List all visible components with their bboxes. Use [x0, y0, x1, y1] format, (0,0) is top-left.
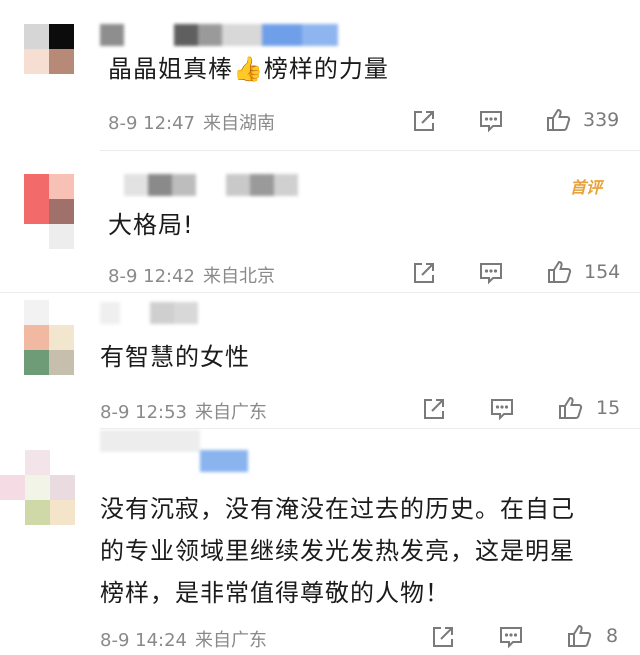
- avatar-pixel: [50, 450, 75, 475]
- avatar-pixel: [0, 450, 25, 475]
- avatar[interactable]: [24, 24, 74, 99]
- comment-location: 来自北京: [203, 266, 275, 287]
- like-count: 339: [583, 109, 620, 131]
- comment-text: 有智慧的女性: [100, 343, 250, 371]
- avatar-pixel: [24, 300, 49, 325]
- avatar-pixel: [25, 500, 50, 525]
- avatar-pixel: [49, 350, 74, 375]
- comment-text: 没有沉寂，没有淹没在过去的历史。在自己 的专业领域里继续发光发热发亮，这是明星 …: [100, 495, 575, 607]
- username-blurred[interactable]: [124, 174, 298, 196]
- username-blurred[interactable]: [100, 430, 204, 452]
- comment-time: 8-9 12:47: [108, 113, 195, 134]
- comment-text: 大格局!: [108, 211, 194, 239]
- avatar-pixel: [49, 49, 74, 74]
- comment-icon[interactable]: [478, 108, 504, 134]
- username-blurred[interactable]: [100, 302, 198, 324]
- like-icon[interactable]: [546, 259, 572, 285]
- share-icon[interactable]: [421, 396, 447, 422]
- avatar[interactable]: [24, 174, 74, 249]
- comment-location: 来自广东: [195, 402, 267, 423]
- first-comment-badge: 首评: [570, 178, 603, 197]
- avatar[interactable]: [24, 300, 74, 375]
- comment-item: 没有沉寂，没有淹没在过去的历史。在自己 的专业领域里继续发光发热发亮，这是明星 …: [0, 428, 640, 655]
- share-icon[interactable]: [430, 624, 456, 650]
- avatar-pixel: [25, 450, 50, 475]
- avatar-pixel: [24, 199, 49, 224]
- avatar-pixel: [49, 174, 74, 199]
- avatar-pixel: [50, 500, 75, 525]
- like-count: 15: [596, 397, 621, 419]
- like-count: 154: [584, 261, 621, 283]
- comment-icon[interactable]: [489, 396, 515, 422]
- comment-time: 8-9 14:24: [100, 630, 187, 651]
- comment-meta: 8-9 12:53 来自广东: [100, 398, 267, 424]
- avatar-pixel: [24, 174, 49, 199]
- avatar-pixel: [24, 49, 49, 74]
- avatar[interactable]: [0, 450, 75, 525]
- avatar-pixel: [24, 24, 49, 49]
- share-icon[interactable]: [411, 108, 437, 134]
- comment-item: 有智慧的女性 8-9 12:53 来自广东 15: [0, 292, 640, 428]
- avatar-pixel: [0, 475, 25, 500]
- avatar-pixel: [24, 224, 49, 249]
- avatar-pixel: [49, 325, 74, 350]
- avatar-pixel: [49, 24, 74, 49]
- comment-meta: 8-9 14:24 来自广东: [100, 626, 267, 652]
- comment-time: 8-9 12:42: [108, 266, 195, 287]
- avatar-pixel: [50, 475, 75, 500]
- comment-time: 8-9 12:53: [100, 402, 187, 423]
- avatar-pixel: [49, 224, 74, 249]
- share-icon[interactable]: [411, 260, 437, 286]
- comment-item: 首评 大格局! 8-9 12:42 来自北京 154: [0, 150, 640, 292]
- comment-icon[interactable]: [478, 260, 504, 286]
- avatar-pixel: [24, 325, 49, 350]
- comment-item: 晶晶姐真棒👍榜样的力量 8-9 12:47 来自湖南 339: [0, 0, 640, 150]
- avatar-pixel: [0, 500, 25, 525]
- avatar-pixel: [24, 350, 49, 375]
- username-blurred[interactable]: [100, 24, 338, 46]
- like-count: 8: [606, 625, 619, 647]
- like-icon[interactable]: [545, 107, 571, 133]
- avatar-pixel: [25, 475, 50, 500]
- username-blurred-tag: [200, 450, 248, 472]
- comment-text: 晶晶姐真棒👍榜样的力量: [108, 55, 389, 83]
- comment-meta: 8-9 12:47 来自湖南: [108, 109, 275, 135]
- avatar-pixel: [49, 300, 74, 325]
- comment-location: 来自湖南: [203, 113, 275, 134]
- like-icon[interactable]: [557, 395, 583, 421]
- comment-meta: 8-9 12:42 来自北京: [108, 262, 275, 288]
- comment-icon[interactable]: [498, 624, 524, 650]
- avatar-pixel: [49, 199, 74, 224]
- comment-location: 来自广东: [195, 630, 267, 651]
- like-icon[interactable]: [566, 623, 592, 649]
